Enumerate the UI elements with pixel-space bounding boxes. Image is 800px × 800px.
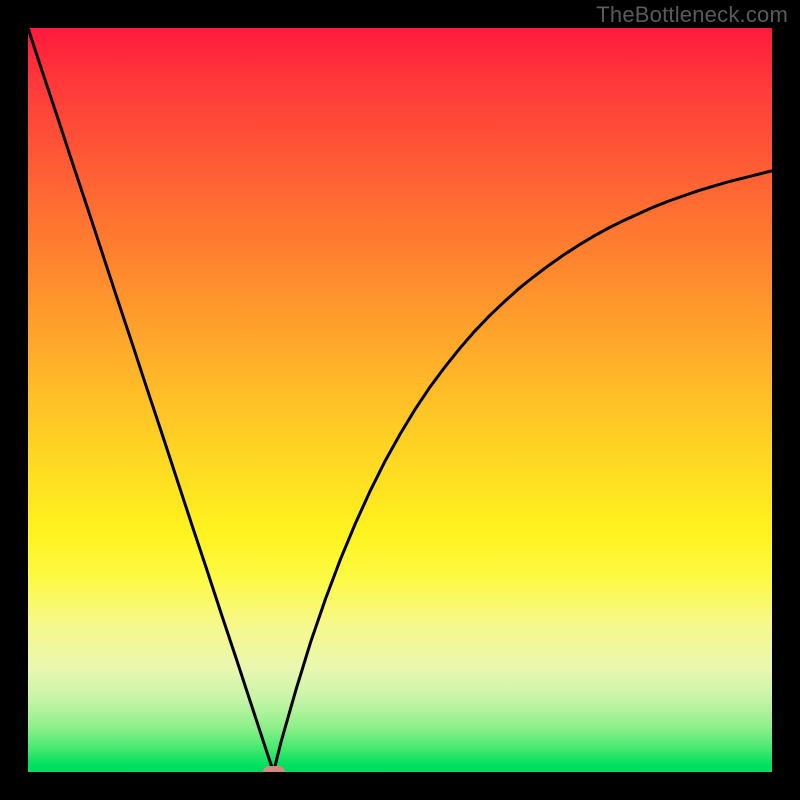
curve-left-branch (28, 28, 274, 772)
chart-frame: TheBottleneck.com (0, 0, 800, 800)
plot-area (28, 28, 772, 772)
curve-right-branch (274, 171, 772, 772)
vertex-marker (263, 766, 285, 772)
watermark-text: TheBottleneck.com (596, 2, 788, 28)
bottleneck-curve (28, 28, 772, 772)
